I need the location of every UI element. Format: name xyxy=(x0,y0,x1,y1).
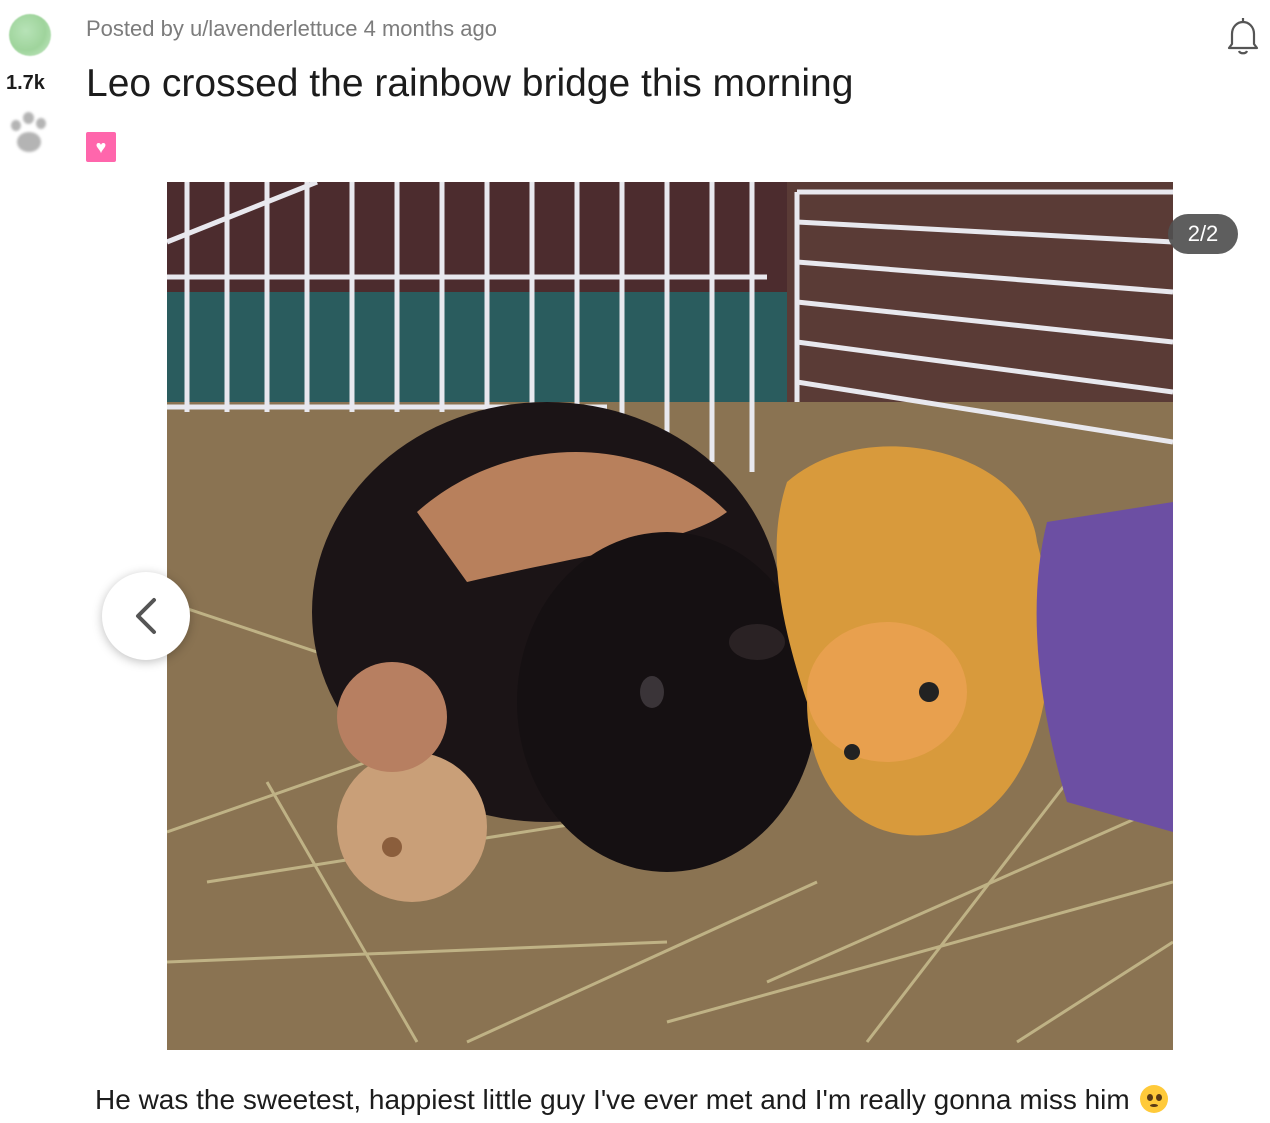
gallery-prev-button[interactable] xyxy=(102,572,190,660)
caption-text: He was the sweetest, happiest little guy… xyxy=(95,1084,1130,1115)
post-caption: He was the sweetest, happiest little guy… xyxy=(95,1084,1168,1116)
post-meta[interactable]: Posted by u/lavenderlettuce 4 months ago xyxy=(86,16,497,42)
community-avatar[interactable] xyxy=(9,14,51,56)
heart-flair-icon[interactable]: ♥ xyxy=(86,132,116,162)
paw-award-icon xyxy=(9,112,49,156)
pleading-face-emoji-icon xyxy=(1139,1085,1168,1113)
post-title[interactable]: Leo crossed the rainbow bridge this morn… xyxy=(86,62,853,106)
bell-icon[interactable] xyxy=(1220,12,1266,58)
gallery-counter: 2/2 xyxy=(1168,214,1238,254)
chevron-left-icon xyxy=(136,598,156,634)
vote-score: 1.7k xyxy=(6,72,45,94)
post-image[interactable] xyxy=(167,182,1173,1050)
